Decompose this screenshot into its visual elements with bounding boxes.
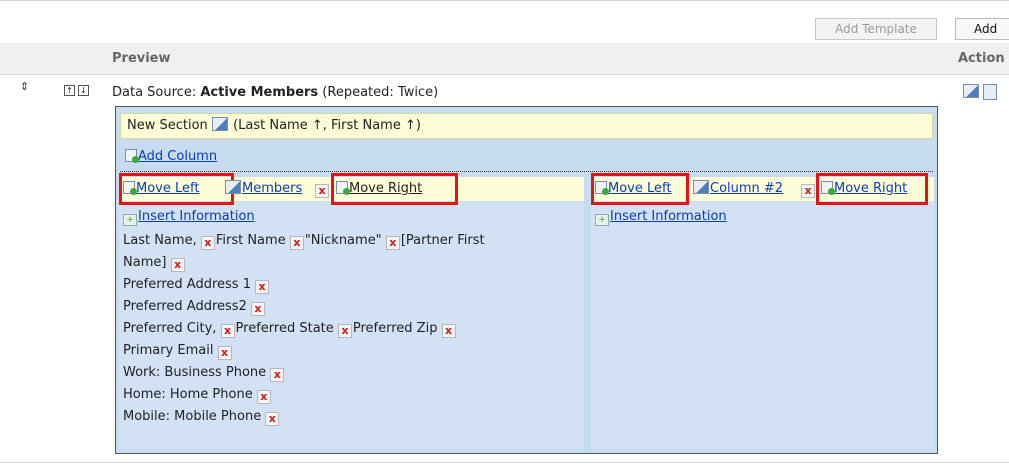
field-list: Last Name, x First Name x "Nickname" x [Par… [123,230,578,428]
list-item: Name] x [123,252,578,274]
column-name-control: Members [225,180,302,198]
list-item: Work: Business Phone x [123,362,578,384]
data-source-label: Data Source: [112,85,201,100]
list-item: Home: Home Phone x [123,384,578,406]
delete-field-icon[interactable]: x [270,368,285,382]
move-left-control: Move Left [595,180,671,198]
field-address1: Preferred Address 1 [123,277,256,292]
add-column-control: Add Column [125,148,217,166]
column-members: Move Left Members x Move Right + Insert I… [119,173,584,449]
delete-field-icon[interactable]: x [289,236,304,250]
edit-column-icon[interactable] [225,180,241,194]
delete-column-icon[interactable]: x [315,184,329,198]
list-item: Last Name, x First Name x "Nickname" x [Par… [123,230,578,252]
insert-information-control: + Insert Information [123,208,255,226]
column-name-link[interactable]: Column #2 [710,181,783,196]
delete-field-icon[interactable]: x [250,302,265,316]
field-city: Preferred City, [123,321,221,336]
actions-header: Action [958,51,1005,66]
field-last-name: Last Name, [123,233,201,248]
move-right-icon[interactable] [821,181,835,195]
field-nickname: "Nickname" [304,233,386,248]
delete-field-icon[interactable]: x [200,236,215,250]
list-item: Mobile: Mobile Phone x [123,406,578,428]
delete-column-control: x [801,180,816,198]
column-2: Move Left Column #2 x Move Right + Insert… [591,173,934,449]
delete-field-icon[interactable]: x [265,412,280,426]
delete-field-icon[interactable]: x [256,390,271,404]
field-partner-cont: Name] [123,255,171,270]
delete-field-icon[interactable]: x [217,346,232,360]
move-right-control: Move Right [336,180,422,198]
add-button[interactable]: Add [955,18,1009,40]
list-item: Primary Email x [123,340,578,362]
preview-panel: New Section (Last Name ↑, First Name ↑) … [115,106,938,454]
edit-icon[interactable] [963,84,979,98]
move-left-control: Move Left [123,180,199,198]
insert-icon[interactable]: + [595,214,609,226]
row-actions [963,84,998,100]
drag-handle-icon[interactable]: ⇕ [20,81,29,92]
field-mobile-phone: Mobile: Mobile Phone [123,409,266,424]
toolbar: Add Template Add [0,0,1009,44]
divider [120,171,933,172]
field-zip: Preferred Zip [352,321,442,336]
list-item: Preferred Address 1 x [123,274,578,296]
section-sort: (Last Name ↑, First Name ↑) [233,118,421,133]
add-column-icon[interactable] [125,149,139,163]
delete-column-icon[interactable]: x [801,184,815,198]
field-address2: Preferred Address2 [123,299,251,314]
insert-information-control: + Insert Information [595,208,727,226]
field-work-phone: Work: Business Phone [123,365,271,380]
list-item: Preferred City, x Preferred State x Prefer… [123,318,578,340]
data-source-line: Data Source: Active Members (Repeated: T… [112,85,438,100]
list-item: Preferred Address2 x [123,296,578,318]
divider [0,462,1009,463]
insert-information-link[interactable]: Insert Information [610,209,727,224]
trash-icon[interactable] [983,84,997,100]
section-title: New Section [127,118,208,133]
move-left-icon[interactable] [595,181,609,195]
delete-field-icon[interactable]: x [385,236,400,250]
column-name-control: Column #2 [693,180,783,198]
move-right-link[interactable]: Move Right [349,181,422,196]
field-email: Primary Email [123,343,218,358]
field-home-phone: Home: Home Phone [123,387,257,402]
move-down-icon[interactable]: ↓ [78,85,89,96]
edit-column-icon[interactable] [693,180,709,194]
delete-field-icon[interactable]: x [441,324,456,338]
delete-field-icon[interactable]: x [220,324,235,338]
move-left-link[interactable]: Move Left [136,181,199,196]
insert-information-link[interactable]: Insert Information [138,209,255,224]
preview-header: Preview [112,51,171,66]
delete-column-control: x [315,180,330,198]
data-source-name: Active Members [200,85,319,100]
move-right-icon[interactable] [336,181,350,195]
add-column-link[interactable]: Add Column [138,149,217,164]
move-left-link[interactable]: Move Left [608,181,671,196]
move-right-control: Move Right [821,180,907,198]
repeat-info: (Repeated: Twice) [318,85,439,100]
field-state: Preferred State [235,321,338,336]
delete-field-icon[interactable]: x [337,324,352,338]
column-name-link[interactable]: Members [242,181,302,196]
add-template-button[interactable]: Add Template [815,18,937,40]
section-header: New Section (Last Name ↑, First Name ↑) [120,113,933,139]
delete-field-icon[interactable]: x [170,258,185,272]
edit-section-icon[interactable] [211,117,228,131]
field-partner: [Partner First [400,233,485,248]
move-up-icon[interactable]: ↑ [64,85,75,96]
table-header: Preview Action [0,43,1009,75]
delete-field-icon[interactable]: x [255,280,270,294]
move-left-icon[interactable] [123,181,137,195]
row-move-buttons: ↑ ↓ [64,85,89,96]
insert-icon[interactable]: + [123,214,137,226]
move-right-link[interactable]: Move Right [834,181,907,196]
field-first-name: First Name [215,233,290,248]
